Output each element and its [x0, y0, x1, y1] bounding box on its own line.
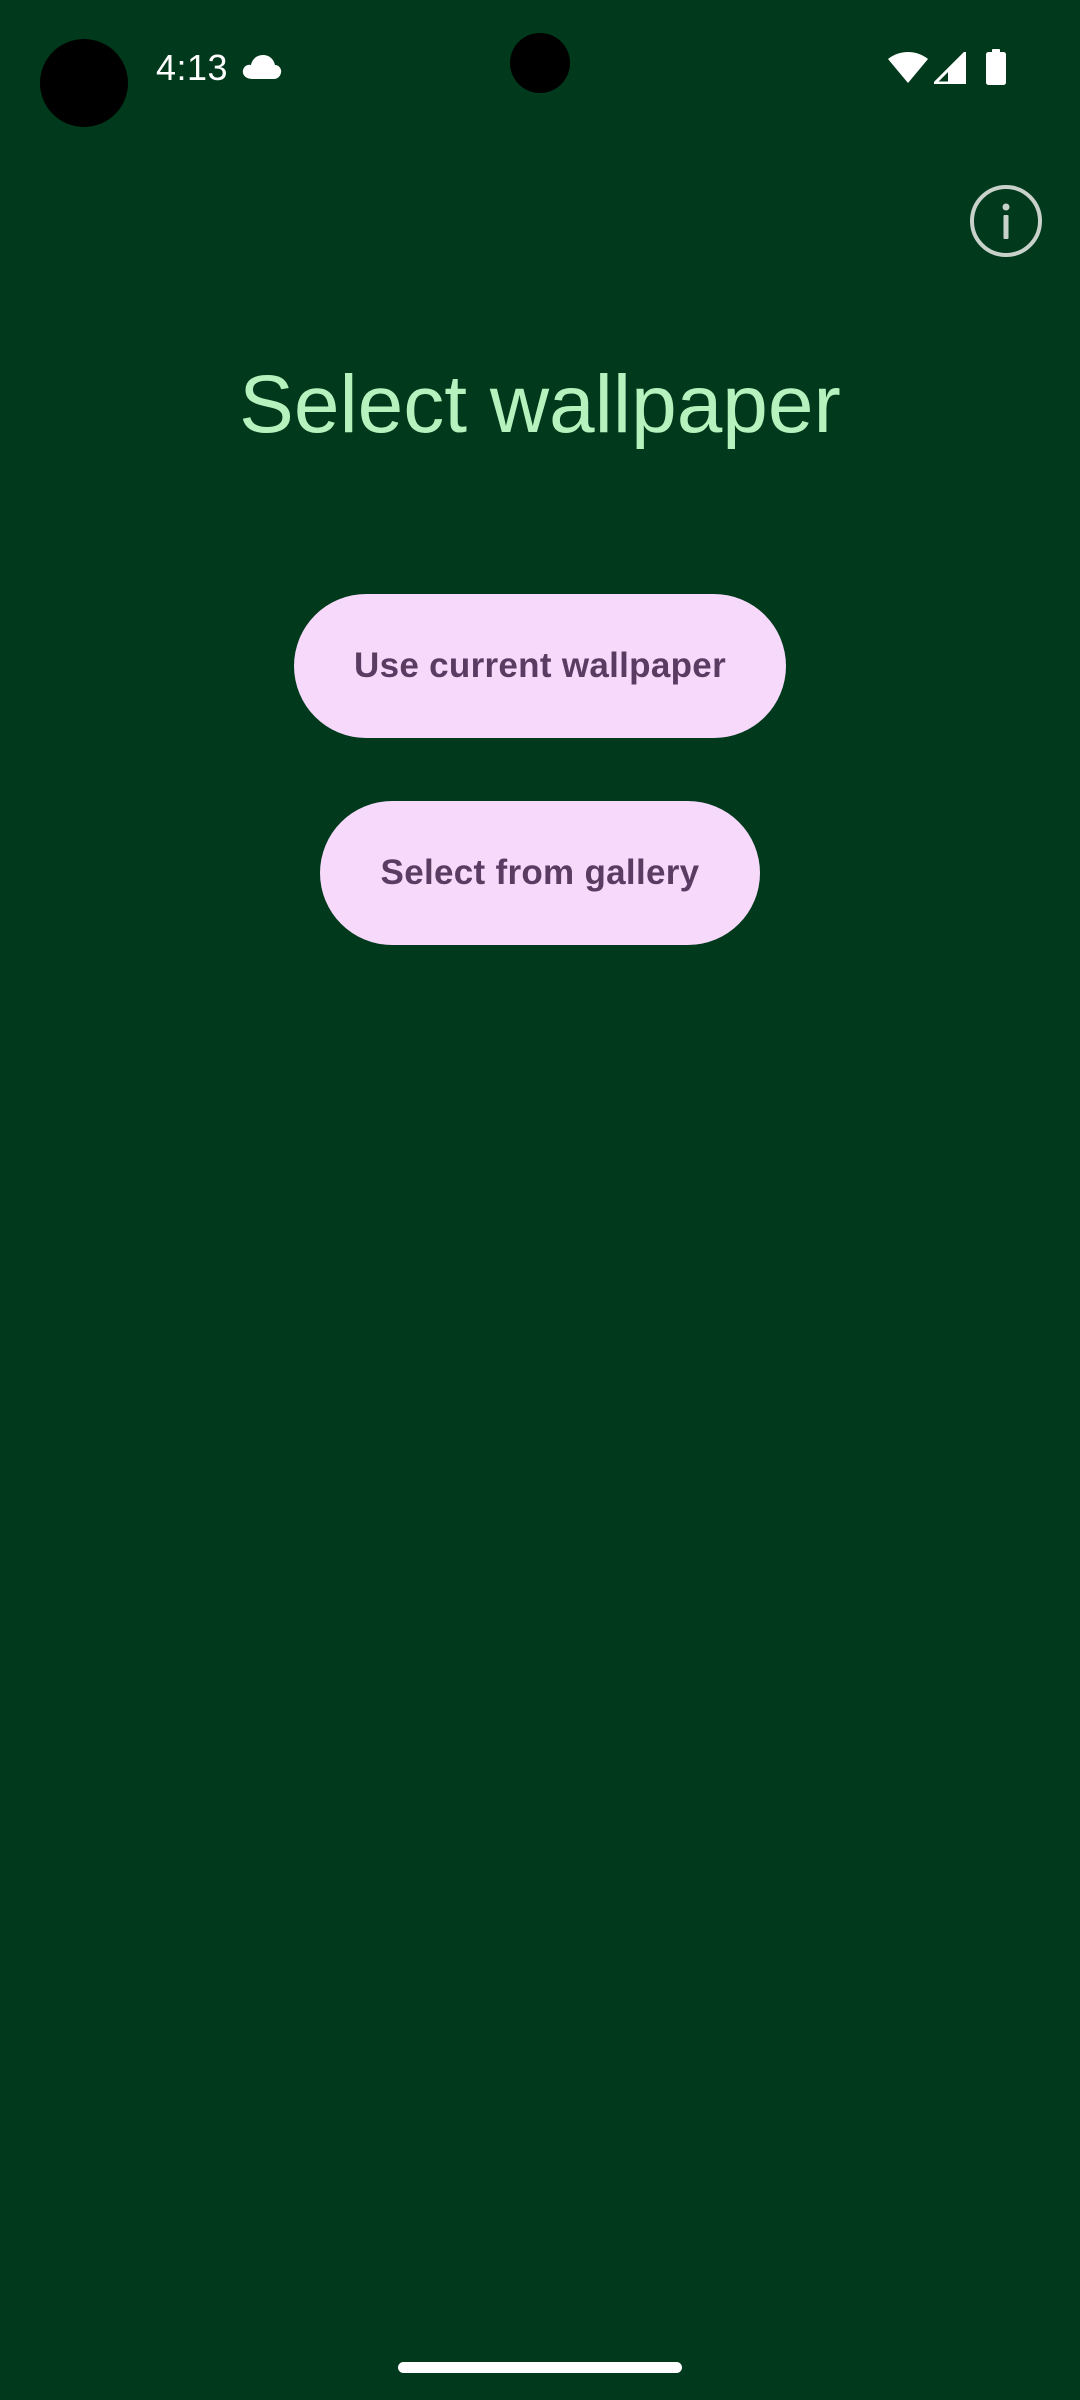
- select-from-gallery-button[interactable]: Select from gallery: [320, 801, 760, 945]
- use-current-wallpaper-button[interactable]: Use current wallpaper: [294, 594, 786, 738]
- cellular-signal-icon: [934, 52, 966, 84]
- battery-icon: [986, 49, 1006, 85]
- page-title: Select wallpaper: [239, 359, 841, 450]
- select-from-gallery-label: Select from gallery: [380, 853, 700, 892]
- cloud-icon: [242, 55, 282, 79]
- punch-hole-camera: [510, 33, 570, 93]
- use-current-wallpaper-label: Use current wallpaper: [354, 646, 726, 685]
- wallpaper-picker-screen: 4:13 Select wallpaper Use current wallpa…: [0, 0, 1080, 2400]
- gesture-navigation-handle[interactable]: [398, 2362, 682, 2373]
- front-camera-cutout: [40, 39, 128, 127]
- info-button[interactable]: [968, 183, 1044, 259]
- status-clock: 4:13: [156, 47, 229, 88]
- status-bar: 4:13: [0, 0, 1080, 136]
- info-circle-icon: [970, 185, 1042, 257]
- wifi-icon: [888, 52, 928, 83]
